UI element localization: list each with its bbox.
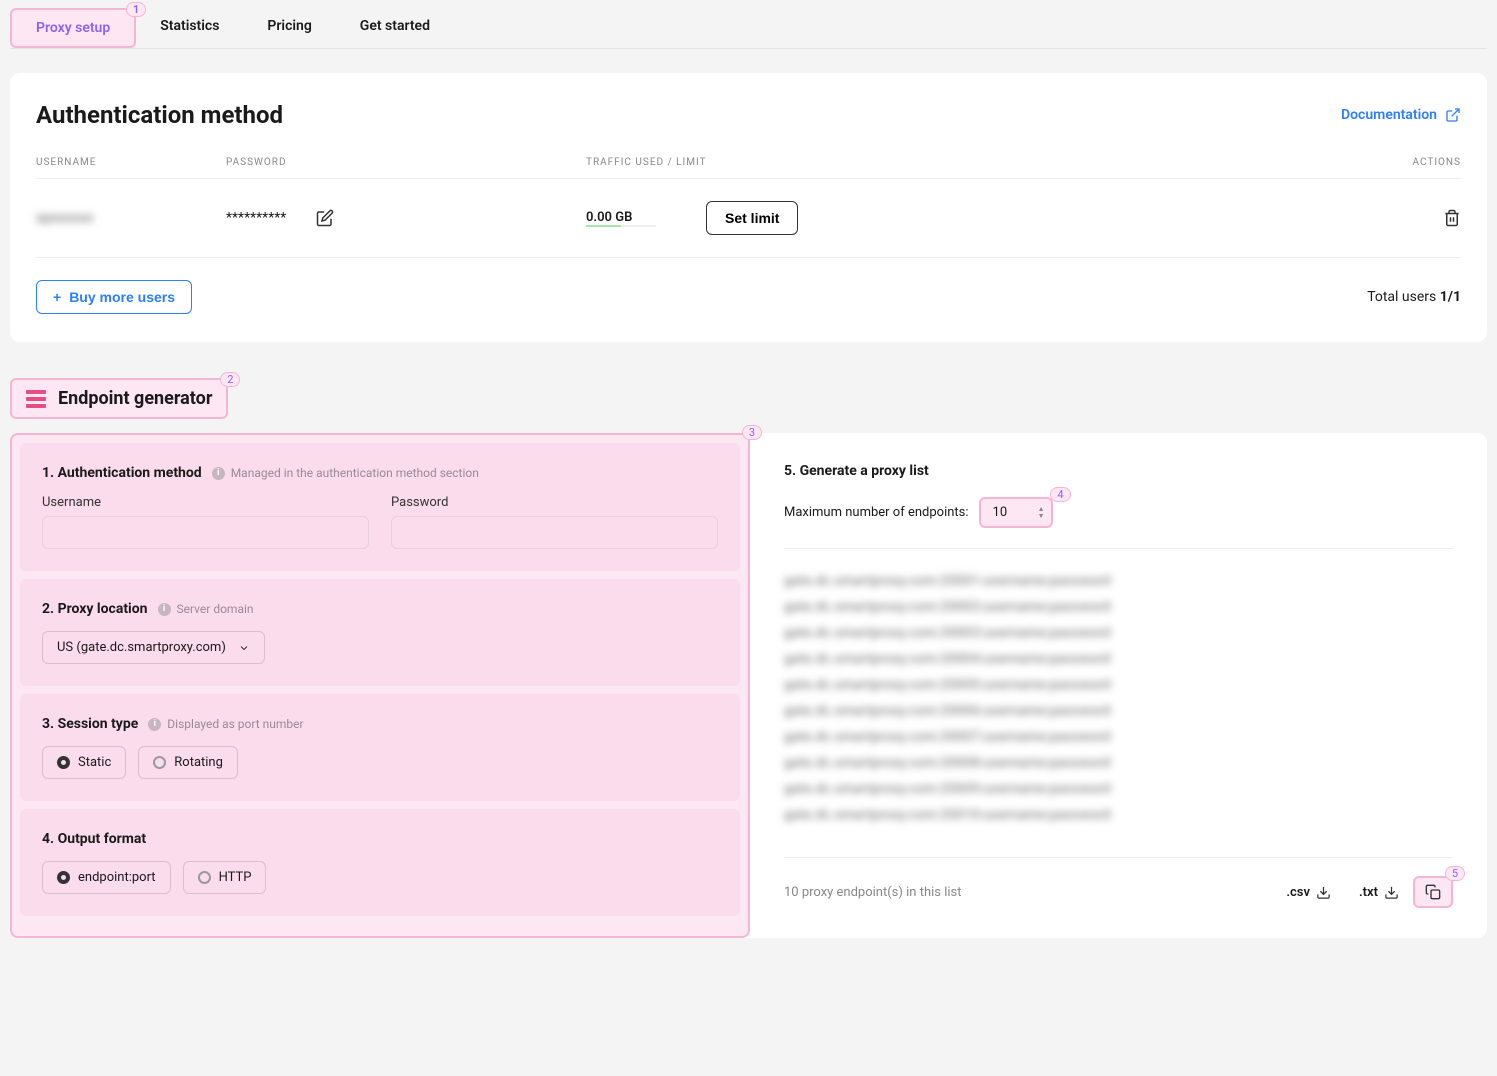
edit-icon[interactable] <box>316 209 334 227</box>
radio-dot-icon <box>198 871 211 884</box>
set-limit-button[interactable]: Set limit <box>706 201 798 235</box>
badge-5: 5 <box>1445 866 1465 881</box>
info-icon: i <box>158 603 171 616</box>
proxy-count: 10 proxy endpoint(s) in this list <box>784 885 1272 900</box>
info-icon: i <box>212 467 225 480</box>
endpoint-generator-heading: Endpoint generator 2 <box>10 378 228 419</box>
username-label: Username <box>42 495 369 510</box>
traffic-value: 0.00 GB <box>586 210 656 225</box>
documentation-link[interactable]: Documentation <box>1341 107 1461 123</box>
buy-more-users-button[interactable]: + Buy more users <box>36 280 192 314</box>
username-input[interactable] <box>42 516 369 549</box>
tab-get-started[interactable]: Get started <box>336 8 454 48</box>
tab-proxy-setup[interactable]: Proxy setup 1 <box>10 8 136 48</box>
proxy-line: gate.dc.smartproxy.com:20007:username:pa… <box>784 729 1453 745</box>
chevron-down-icon <box>238 642 250 654</box>
password-value: ********** <box>226 210 286 226</box>
step3-title: 3. Session type <box>42 716 138 732</box>
step-3-session: 3. Session type i Displayed as port numb… <box>20 694 740 801</box>
location-value: US (gate.dc.smartproxy.com) <box>57 640 226 655</box>
doc-link-label: Documentation <box>1341 107 1437 123</box>
step1-title: 1. Authentication method <box>42 465 202 481</box>
radio-dot-icon <box>153 756 166 769</box>
export-txt-button[interactable]: .txt <box>1345 879 1413 906</box>
col-password: PASSWORD <box>226 157 586 168</box>
delete-user-button[interactable] <box>1266 209 1461 227</box>
user-row: xpxxxxxx ********** 0.00 GB Set limit <box>36 178 1461 258</box>
info-icon: i <box>148 718 161 731</box>
tabs: Proxy setup 1 Statistics Pricing Get sta… <box>10 8 1487 49</box>
trash-icon <box>1443 209 1461 227</box>
proxy-line: gate.dc.smartproxy.com:20002:username:pa… <box>784 599 1453 615</box>
proxy-list: gate.dc.smartproxy.com:20001:username:pa… <box>784 548 1453 858</box>
table-header: USERNAME PASSWORD TRAFFIC USED / LIMIT A… <box>36 157 1461 178</box>
traffic-bar <box>586 225 656 227</box>
password-label: Password <box>391 495 718 510</box>
step4-title: 4. Output format <box>42 831 146 847</box>
step3-hint: i Displayed as port number <box>148 717 303 731</box>
session-rotating-radio[interactable]: Rotating <box>138 746 238 779</box>
badge-4: 4 <box>1050 487 1070 502</box>
output-http-radio[interactable]: HTTP <box>183 861 267 894</box>
auth-card: Authentication method Documentation USER… <box>10 73 1487 342</box>
col-username: USERNAME <box>36 157 226 168</box>
eg-title: Endpoint generator <box>58 388 212 409</box>
col-actions: ACTIONS <box>1266 157 1461 168</box>
tab-pricing[interactable]: Pricing <box>243 8 335 48</box>
step1-hint: i Managed in the authentication method s… <box>212 466 479 480</box>
max-endpoints-input[interactable]: 10 ▲▼ <box>979 497 1053 528</box>
plus-icon: + <box>53 289 61 305</box>
output-endpoint-radio[interactable]: endpoint:port <box>42 861 171 894</box>
list-icon <box>26 390 46 408</box>
proxy-line: gate.dc.smartproxy.com:20005:username:pa… <box>784 677 1453 693</box>
radio-dot-icon <box>57 871 70 884</box>
radio-dot-icon <box>57 756 70 769</box>
col-traffic: TRAFFIC USED / LIMIT <box>586 157 1266 168</box>
proxy-line: gate.dc.smartproxy.com:20003:username:pa… <box>784 625 1453 641</box>
buy-more-label: Buy more users <box>69 289 175 305</box>
external-link-icon <box>1445 107 1461 123</box>
generator-grid: 3 1. Authentication method i Managed in … <box>10 433 1487 938</box>
proxy-line: gate.dc.smartproxy.com:20008:username:pa… <box>784 755 1453 771</box>
username-value: xpxxxxxx <box>36 210 93 226</box>
password-input[interactable] <box>391 516 718 549</box>
proxy-line: gate.dc.smartproxy.com:20006:username:pa… <box>784 703 1453 719</box>
session-static-radio[interactable]: Static <box>42 746 126 779</box>
tab-label: Proxy setup <box>36 20 110 36</box>
copy-icon <box>1425 884 1441 900</box>
copy-list-button[interactable]: 5 <box>1413 876 1453 908</box>
badge-2: 2 <box>220 372 240 387</box>
proxy-line: gate.dc.smartproxy.com:20001:username:pa… <box>784 573 1453 589</box>
tab-statistics[interactable]: Statistics <box>136 8 243 48</box>
step-1-auth: 1. Authentication method i Managed in th… <box>20 443 740 571</box>
download-icon <box>1384 885 1399 900</box>
badge-3: 3 <box>742 425 762 440</box>
proxy-line: gate.dc.smartproxy.com:20009:username:pa… <box>784 781 1453 797</box>
step2-title: 2. Proxy location <box>42 601 148 617</box>
step-4-output: 4. Output format endpoint:port HTTP <box>20 809 740 916</box>
step5-title: 5. Generate a proxy list <box>784 463 1453 479</box>
download-icon <box>1316 885 1331 900</box>
proxy-location-select[interactable]: US (gate.dc.smartproxy.com) <box>42 631 265 664</box>
proxy-line: gate.dc.smartproxy.com:20010:username:pa… <box>784 807 1453 823</box>
auth-title: Authentication method <box>36 101 283 129</box>
proxy-line: gate.dc.smartproxy.com:20004:username:pa… <box>784 651 1453 667</box>
step-2-location: 2. Proxy location i Server domain US (ga… <box>20 579 740 686</box>
export-csv-button[interactable]: .csv <box>1272 879 1345 906</box>
stepper-icon: ▲▼ <box>1038 506 1045 520</box>
generator-right-panel: 5. Generate a proxy list Maximum number … <box>750 433 1487 938</box>
generator-left-panel: 3 1. Authentication method i Managed in … <box>10 433 750 938</box>
step2-hint: i Server domain <box>158 602 254 616</box>
total-users: Total users 1/1 <box>1367 289 1461 305</box>
max-endpoints-label: Maximum number of endpoints: <box>784 505 969 520</box>
